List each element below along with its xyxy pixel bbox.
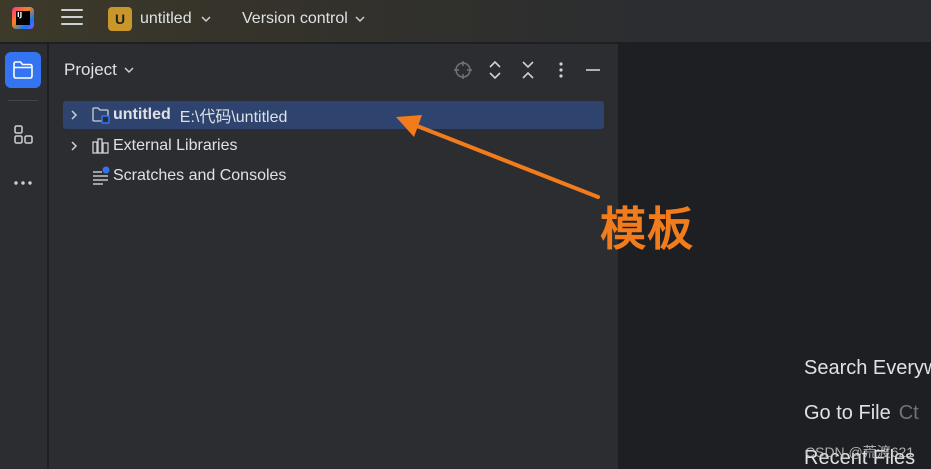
expand-all-icon xyxy=(489,60,501,80)
collapse-all-icon xyxy=(522,61,534,79)
project-view-selector[interactable]: Project xyxy=(64,60,135,80)
hint-shortcut: Ct xyxy=(898,402,919,424)
hint-label: Go to File xyxy=(804,402,891,424)
scratches-icon xyxy=(91,166,111,186)
tree-label-external-libraries: External Libraries xyxy=(113,137,238,154)
title-bar: IJ U untitled Version control xyxy=(0,0,931,43)
chevron-down-icon xyxy=(355,16,365,23)
project-path: E:\代码\untitled xyxy=(179,109,288,126)
options-button[interactable] xyxy=(550,59,572,81)
tree-node-untitled[interactable]: untitled E:\代码\untitled xyxy=(63,101,604,129)
chevron-down-icon xyxy=(201,16,211,23)
panel-title: Project xyxy=(64,60,117,79)
project-name: untitled xyxy=(140,10,192,27)
structure-icon xyxy=(14,125,33,144)
strip-separator xyxy=(8,100,38,101)
kebab-menu-icon xyxy=(559,62,563,78)
hint-search-everywhere[interactable]: Search Everyw xyxy=(804,357,931,380)
hint-go-to-file[interactable]: Go to File Ct xyxy=(804,402,919,425)
hide-panel-button[interactable] xyxy=(582,59,604,81)
version-control-menu[interactable]: Version control xyxy=(242,6,366,32)
minimize-icon xyxy=(586,69,600,71)
project-switcher[interactable]: U untitled xyxy=(108,6,212,32)
expand-all-button[interactable] xyxy=(484,59,506,81)
tree-node-scratches[interactable]: Scratches and Consoles xyxy=(63,162,286,190)
more-icon xyxy=(14,181,32,185)
app-logo-text: IJ xyxy=(16,11,30,25)
tree-label-scratches: Scratches and Consoles xyxy=(113,167,287,184)
project-badge: U xyxy=(108,7,132,31)
tool-window-strip xyxy=(0,44,48,469)
module-folder-icon xyxy=(91,105,111,125)
select-opened-file-button[interactable] xyxy=(452,59,474,81)
library-icon xyxy=(91,136,111,156)
crosshair-icon xyxy=(454,61,472,79)
panel-header: Project xyxy=(49,44,619,96)
chevron-right-icon[interactable] xyxy=(65,101,83,129)
hint-label: Search Everyw xyxy=(804,357,931,379)
app-logo-icon[interactable]: IJ xyxy=(12,7,34,29)
more-tools-button[interactable] xyxy=(5,165,41,201)
watermark: CSDN @荒渡621 xyxy=(805,444,915,460)
structure-tool-button[interactable] xyxy=(5,116,41,152)
chevron-right-icon[interactable] xyxy=(65,132,83,160)
version-control-label: Version control xyxy=(242,10,348,27)
chevron-down-icon xyxy=(124,67,134,74)
project-tool-button[interactable] xyxy=(5,52,41,88)
folder-icon xyxy=(13,61,33,79)
tree-label-untitled: untitled xyxy=(113,106,171,123)
collapse-all-button[interactable] xyxy=(517,59,539,81)
tree-node-external-libraries[interactable]: External Libraries xyxy=(63,132,238,160)
main-menu-icon[interactable] xyxy=(61,9,83,27)
annotation-label: 模板 xyxy=(600,202,694,256)
project-panel: Project untitled E:\代码\untitled External… xyxy=(49,44,619,469)
